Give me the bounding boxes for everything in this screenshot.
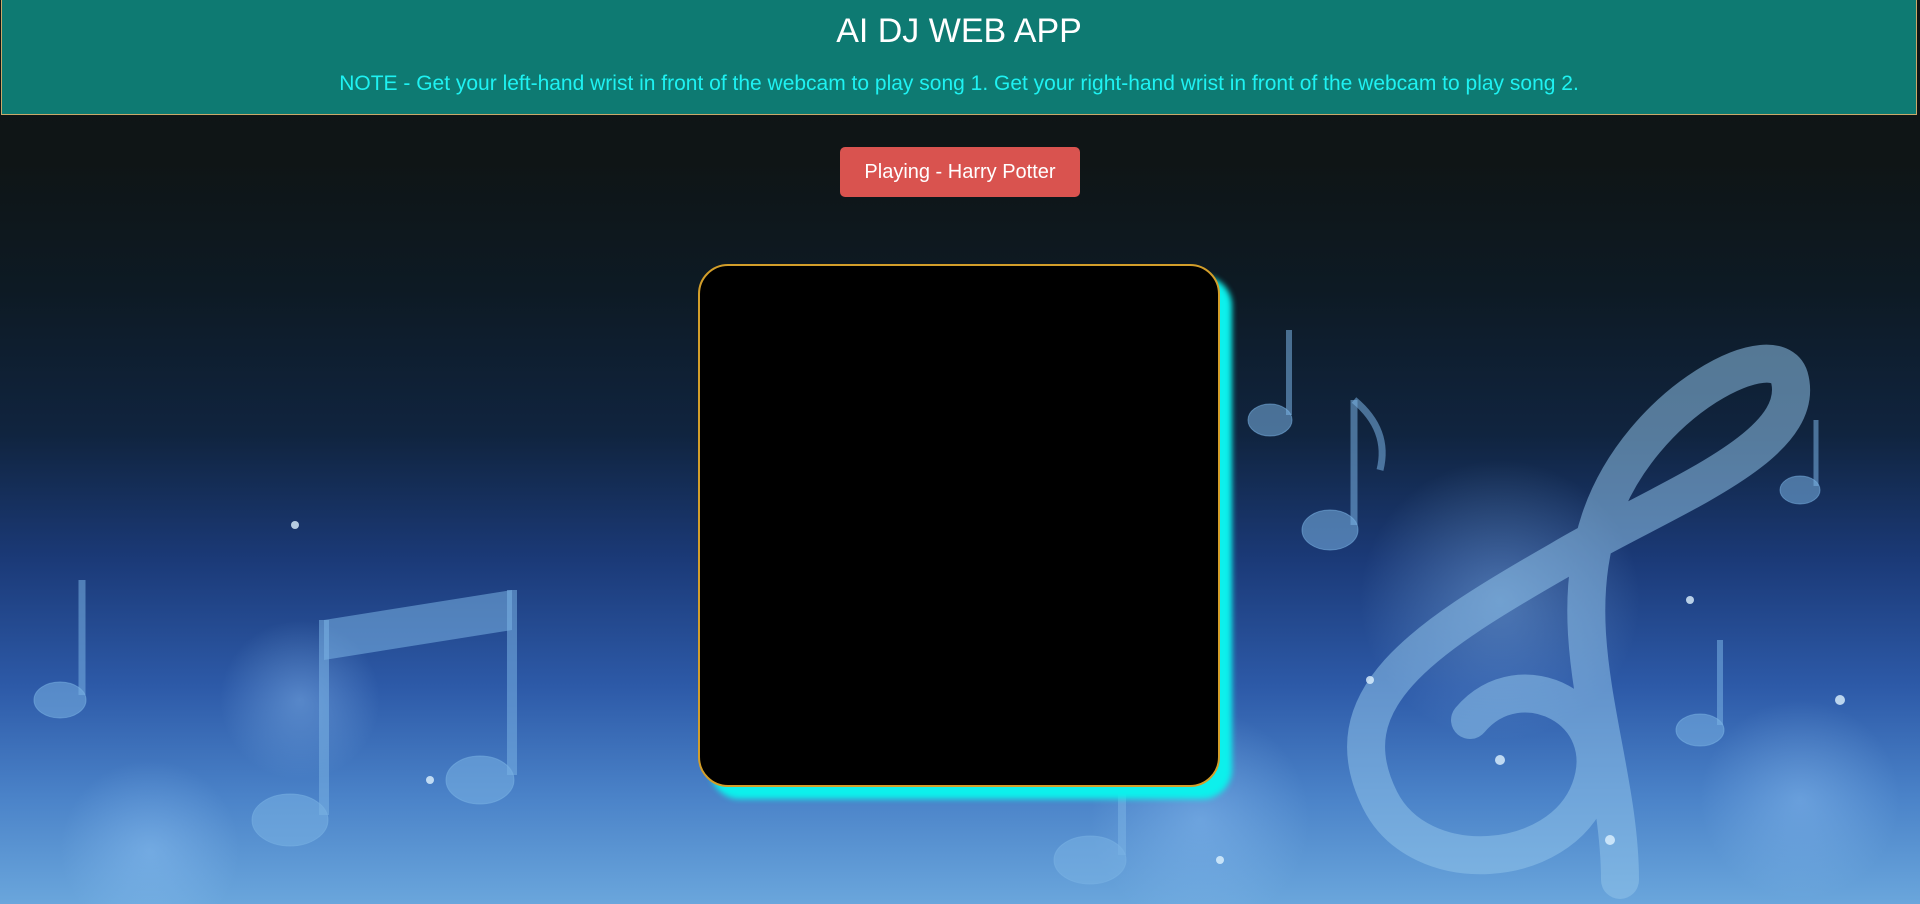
webcam-canvas [698, 264, 1220, 787]
now-playing-button[interactable]: Playing - Harry Potter [840, 147, 1080, 197]
instructions-note: NOTE - Get your left-hand wrist in front… [339, 72, 1579, 95]
page-title: AI DJ WEB APP [836, 12, 1082, 50]
app-header: AI DJ WEB APP NOTE - Get your left-hand … [1, 0, 1917, 115]
